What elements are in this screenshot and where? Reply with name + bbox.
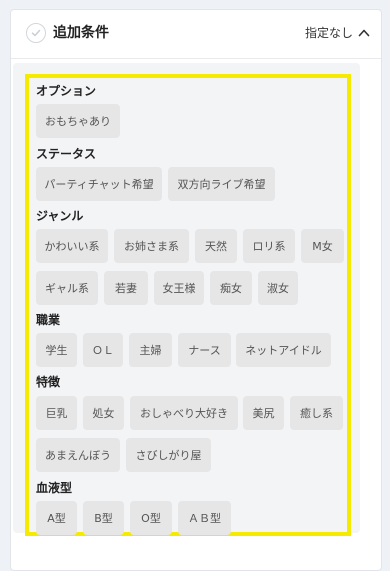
section-label-status: ステータス [36,147,97,161]
toggle-label: 指定なし [304,26,353,40]
tag-kawaii[interactable]: かわいい系 [36,229,108,263]
collapse-toggle[interactable]: 指定なし [305,23,371,43]
tag-kyonyu[interactable]: 巨乳 [36,396,77,430]
tag-blood-ab[interactable]: ＡＢ型 [178,501,231,535]
section-label-option: オプション [36,84,97,98]
tag-amaenbou[interactable]: あまえんぼう [36,438,120,472]
tag-sabishigariya[interactable]: さびしがり屋 [126,438,211,472]
tag-oshaberi[interactable]: おしゃべり大好き [130,396,238,430]
tag-loli[interactable]: ロリ系 [243,229,295,263]
tag-blood-o[interactable]: O型 [130,501,172,535]
tag-party-chat[interactable]: パーティチャット希望 [36,167,162,201]
tag-student[interactable]: 学生 [36,333,77,367]
tag-iyashi[interactable]: 癒し系 [290,396,343,430]
section-label-job: 職業 [36,313,61,327]
tag-ol[interactable]: ＯＬ [83,333,123,367]
section-label-blood: 血液型 [36,481,73,495]
tag-net-idol[interactable]: ネットアイドル [236,333,331,367]
tag-blood-b[interactable]: B型 [83,501,124,535]
tag-joousama[interactable]: 女王様 [154,271,204,305]
tag-chijo[interactable]: 痴女 [210,271,252,305]
section-label-genre: ジャンル [36,209,84,223]
tag-wakazuma[interactable]: 若妻 [104,271,148,305]
check-circle-icon [26,23,46,43]
panel-title: 追加条件 [53,25,109,41]
tag-gyaru[interactable]: ギャル系 [36,271,98,305]
tag-blood-a[interactable]: A型 [36,501,77,535]
tag-nurse[interactable]: ナース [178,333,231,367]
tag-toy[interactable]: おもちゃあり [36,104,120,138]
chevron-up-icon [358,29,370,37]
tag-oneesama[interactable]: お姉さま系 [114,229,189,263]
tag-shukujo[interactable]: 淑女 [258,271,298,305]
panel-header[interactable]: 追加条件 指定なし [11,10,381,59]
tag-m-onna[interactable]: M女 [301,229,344,263]
section-label-trait: 特徴 [36,375,61,389]
tag-housewife[interactable]: 主婦 [129,333,172,367]
tag-bishiri[interactable]: 美尻 [243,396,284,430]
tag-two-way-live[interactable]: 双方向ライブ希望 [168,167,275,201]
tag-shojo[interactable]: 処女 [83,396,124,430]
tag-tennen[interactable]: 天然 [195,229,237,263]
